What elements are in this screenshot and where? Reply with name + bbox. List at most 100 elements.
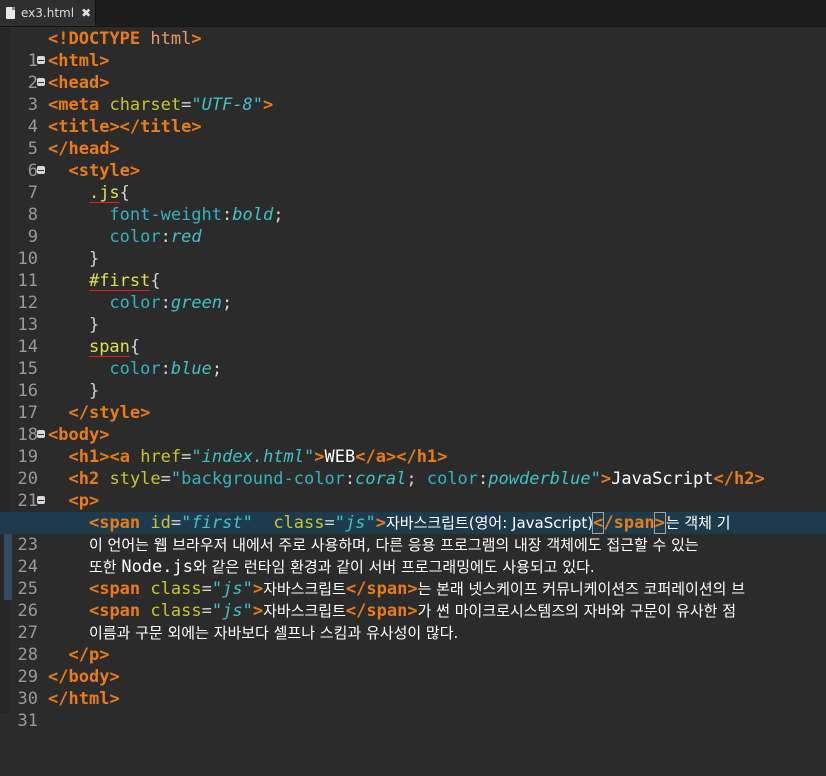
token: Node.js xyxy=(121,557,193,577)
html-file-icon xyxy=(6,7,15,19)
token: 가 썬 마이크로시스템즈의 자바와 구문이 유사한 점 xyxy=(417,602,736,620)
code-line[interactable]: 24 이 언어는 웹 브라우저 내에서 주로 사용하며, 다른 응용 프로그램의… xyxy=(0,534,826,577)
line-content: 이 언어는 웹 브라우저 내에서 주로 사용하며, 다른 응용 프로그램의 내장… xyxy=(48,534,703,556)
line-content: <style> xyxy=(68,161,141,181)
code-line[interactable]: 12 #first{ xyxy=(0,270,826,313)
line-content: span{ xyxy=(48,336,140,358)
line-content: <span id="first" class="js">자바스크립트(영어: J… xyxy=(88,512,731,534)
token: charset xyxy=(109,95,182,115)
token: span xyxy=(88,337,130,357)
token: p xyxy=(88,645,100,665)
line-content: } xyxy=(48,314,99,336)
token: 자바스크립트(영어: JavaScript) xyxy=(385,514,594,532)
code-line[interactable]: 21 <h2 style="background-color:coral; co… xyxy=(0,468,826,511)
code-line[interactable]: 5 <title></title> xyxy=(0,116,826,159)
token: green xyxy=(170,293,223,313)
token: meta xyxy=(58,95,100,115)
close-icon[interactable]: ✖ xyxy=(81,6,91,20)
token: 이 언어는 웹 브라우저 내에서 주로 사용하며, 다른 응용 프로그램의 내장… xyxy=(88,536,704,554)
code-line-current[interactable]: 23 <span id="first" class="js">자바스크립트(영어… xyxy=(0,512,826,555)
token: 자바스크립트 xyxy=(263,580,346,598)
code-editor[interactable]: 1 <!DOCTYPE html> 2 <html> 3 <head> 4 <m… xyxy=(0,28,826,731)
line-content: </body> xyxy=(48,667,120,687)
token: coral xyxy=(355,469,407,489)
token: class xyxy=(150,579,202,599)
line-content: <html> xyxy=(48,51,110,71)
fold-collapse-icon[interactable] xyxy=(37,430,45,438)
fold-collapse-icon[interactable] xyxy=(37,56,45,64)
code-line[interactable]: 20 <h1><a href="index.html">WEB</a></h1> xyxy=(0,446,826,489)
fold-collapse-icon[interactable] xyxy=(37,496,45,504)
token: } xyxy=(88,381,100,401)
token: #first xyxy=(88,271,151,291)
code-line[interactable]: 17 } xyxy=(0,380,826,423)
token: background-color xyxy=(181,469,345,489)
editor-tab-bar: ex3.html ✖ xyxy=(0,0,826,27)
token: color xyxy=(109,359,161,379)
token: h2 xyxy=(733,469,755,489)
token: color xyxy=(109,293,161,313)
token: style xyxy=(88,403,141,423)
tab-ex3-html[interactable]: ex3.html ✖ xyxy=(0,0,96,26)
token: font-weight xyxy=(109,205,223,225)
token: <!DOCTYPE xyxy=(48,29,141,49)
code-line[interactable]: 31 </html> xyxy=(0,688,826,731)
code-line[interactable]: 9 font-weight:bold; xyxy=(0,204,826,247)
line-content: <head> xyxy=(48,73,110,93)
token: 와 같은 런타임 환경과 같이 서버 프로그래밍에도 사용되고 있다. xyxy=(192,558,595,576)
code-line[interactable]: 16 color:blue; xyxy=(0,358,826,401)
code-line[interactable]: 25 또한 Node.js와 같은 런타임 환경과 같이 서버 프로그래밍에도 … xyxy=(0,556,826,599)
code-line[interactable]: 7 <style> xyxy=(0,160,826,203)
token: span xyxy=(366,579,408,599)
code-line[interactable]: 26 <span class="js">자바스크립트</span>는 본래 넷스… xyxy=(0,578,826,621)
token: js xyxy=(222,579,243,599)
line-content: #first{ xyxy=(48,270,161,292)
token: body xyxy=(58,425,100,445)
code-line[interactable]: 18 </style> xyxy=(0,402,826,445)
token: red xyxy=(170,227,202,247)
token: js xyxy=(222,601,243,621)
line-content: 이름과 구문 외에는 자바보다 셀프나 스킴과 유사성이 많다. xyxy=(48,622,458,644)
token: h1 xyxy=(78,447,100,467)
line-content: .js{ xyxy=(48,182,130,204)
token: h2 xyxy=(78,469,100,489)
line-content: <p> xyxy=(68,491,100,511)
code-line[interactable]: 6 </head> xyxy=(0,138,826,181)
token: h1 xyxy=(416,447,438,467)
code-line[interactable]: 13 color:green; xyxy=(0,292,826,335)
line-content: color:blue; xyxy=(109,359,223,379)
code-line[interactable]: 28 이름과 구문 외에는 자바보다 셀프나 스킴과 유사성이 많다. xyxy=(0,622,826,665)
line-content: 또한 Node.js와 같은 런타임 환경과 같이 서버 프로그래밍에도 사용되… xyxy=(48,556,595,578)
code-line[interactable]: 4 <meta charset="UTF-8"> xyxy=(0,94,826,137)
code-line[interactable]: 27 <span class="js">자바스크립트</span>가 썬 마이크… xyxy=(0,600,826,643)
code-line[interactable]: 10 color:red xyxy=(0,226,826,269)
line-content: </style> xyxy=(68,403,151,423)
code-line[interactable]: 29 </p> xyxy=(0,644,826,687)
token: color xyxy=(109,227,161,247)
code-line[interactable]: 14 } xyxy=(0,314,826,357)
code-line[interactable]: 3 <head> xyxy=(0,72,826,115)
code-line[interactable]: 22 <p> xyxy=(0,490,826,533)
fold-collapse-icon[interactable] xyxy=(37,166,45,174)
token: } xyxy=(88,315,100,335)
token: js xyxy=(345,513,366,533)
token: class xyxy=(150,601,202,621)
line-content: color:red xyxy=(109,227,202,247)
token: head xyxy=(68,139,110,159)
token: href xyxy=(140,447,182,467)
token: a xyxy=(119,447,130,467)
token: 는 객체 기 xyxy=(665,514,731,532)
code-line[interactable]: 8 .js{ xyxy=(0,182,826,225)
code-line[interactable]: 2 <html> xyxy=(0,50,826,93)
code-line[interactable]: 1 <!DOCTYPE html> xyxy=(0,28,826,71)
line-content: </html> xyxy=(48,689,120,709)
code-line[interactable]: 11 } xyxy=(0,248,826,291)
code-line[interactable]: 15 span{ xyxy=(0,336,826,379)
token: head xyxy=(58,73,100,93)
code-line[interactable]: 30 </body> xyxy=(0,666,826,709)
token: span xyxy=(366,601,408,621)
code-line[interactable]: 19 <body> xyxy=(0,424,826,467)
token: JavaScript xyxy=(611,469,714,489)
fold-collapse-icon[interactable] xyxy=(37,78,45,86)
token: style xyxy=(109,469,161,489)
